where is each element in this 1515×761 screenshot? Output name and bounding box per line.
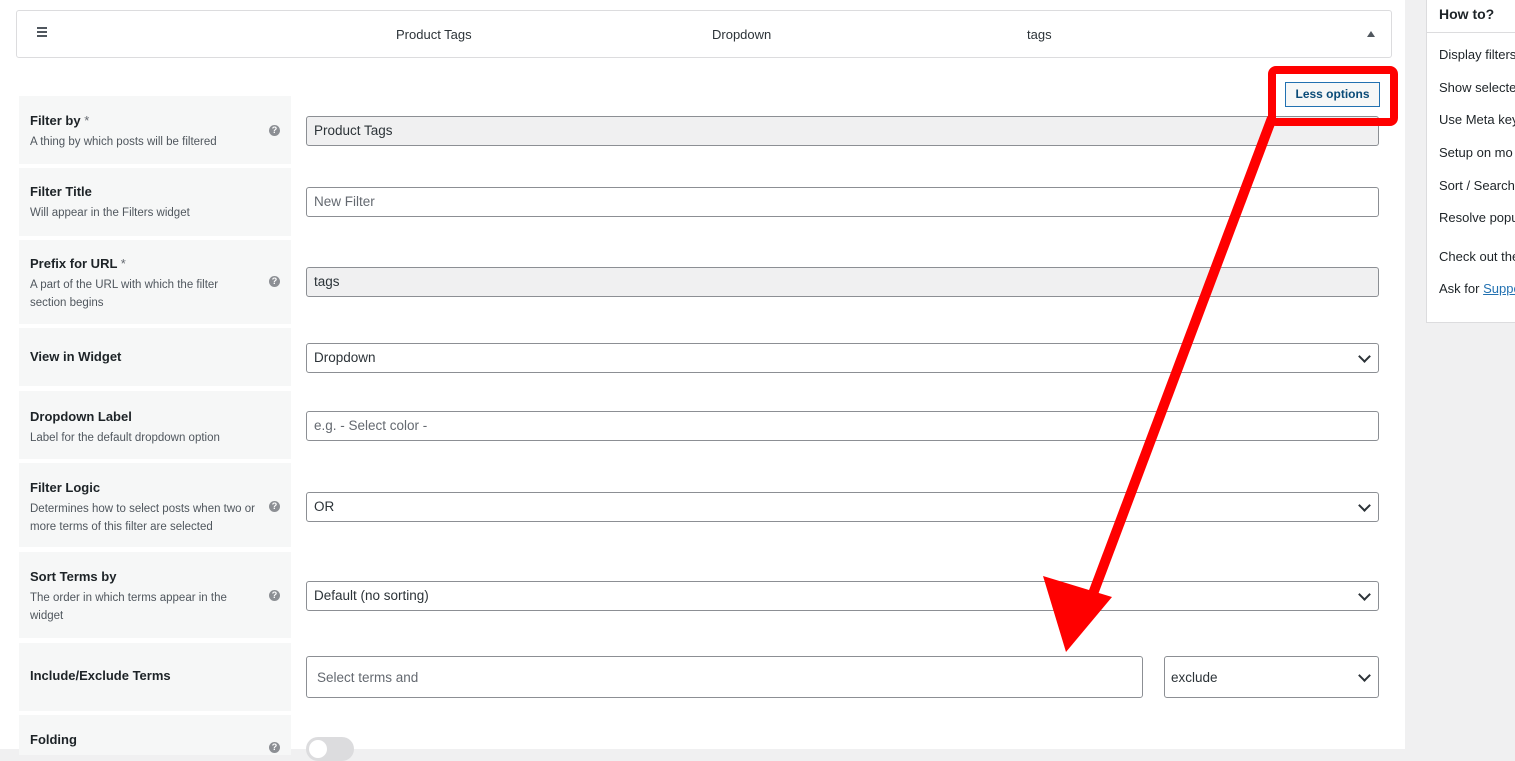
highlight-box [1268,66,1398,126]
annotation-arrow-head [1043,576,1112,652]
annotation-overlay [1043,66,1398,652]
annotation-arrow-shaft [1080,116,1277,617]
